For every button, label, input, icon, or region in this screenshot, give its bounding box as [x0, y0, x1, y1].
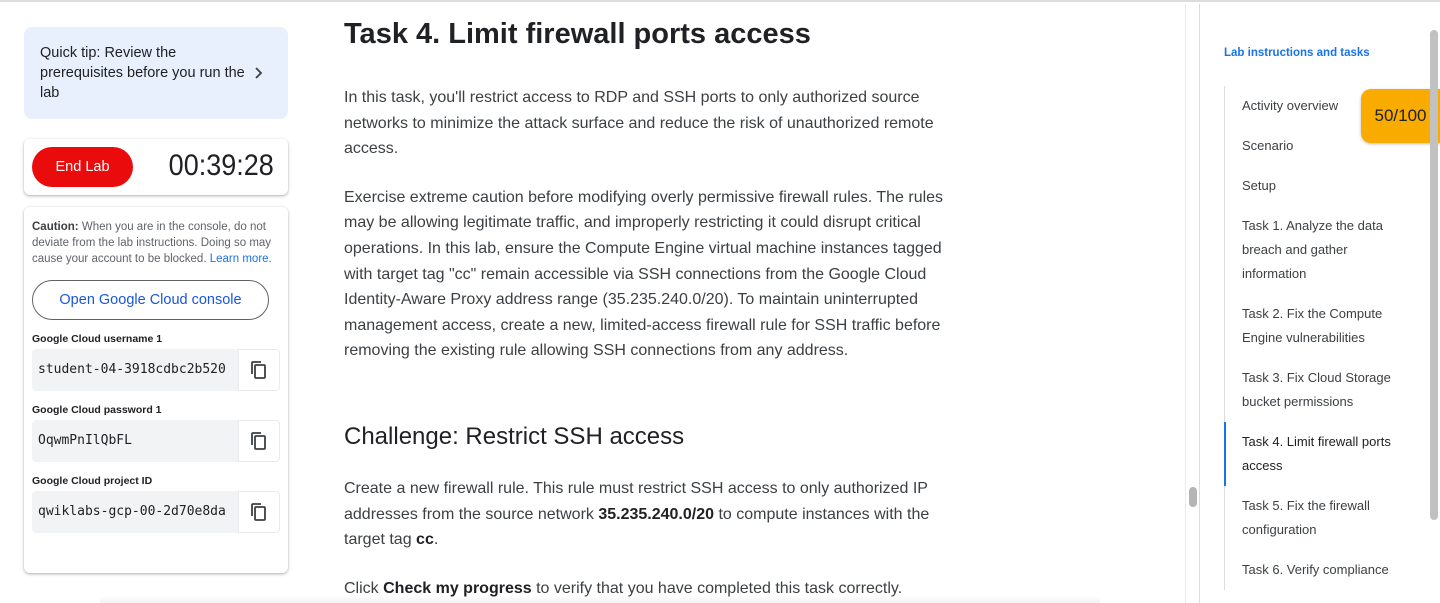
lab-timer: 00:39:28	[168, 149, 274, 182]
username-field[interactable]: student-04-3918cdbc2b520	[32, 349, 238, 391]
quick-tip-text: Quick tip: Review the prerequisites befo…	[40, 45, 245, 101]
password-label: Google Cloud password 1	[32, 404, 162, 416]
caution-notice: Caution: When you are in the console, do…	[32, 219, 280, 267]
bottom-shadow	[100, 596, 1100, 603]
copy-icon	[251, 503, 266, 521]
quick-tip-card[interactable]: Quick tip: Review the prerequisites befo…	[24, 27, 288, 119]
score-badge: 50/100	[1361, 89, 1440, 143]
copy-project-id-button[interactable]	[238, 491, 280, 533]
open-console-button[interactable]: Open Google Cloud console	[32, 280, 269, 320]
toc-item-task-3[interactable]: Task 3. Fix Cloud Storage bucket permiss…	[1225, 358, 1414, 422]
toc-title[interactable]: Lab instructions and tasks	[1224, 47, 1370, 59]
task-title: Task 4. Limit firewall ports access	[344, 18, 811, 50]
instructions-content: Task 4. Limit firewall ports access In t…	[344, 0, 964, 601]
learn-more-link[interactable]: Learn more.	[210, 253, 272, 265]
timer-card: End Lab 00:39:28	[24, 139, 288, 195]
end-lab-button[interactable]: End Lab	[32, 147, 133, 187]
project-id-field-row: qwiklabs-gcp-00-2d70e8da	[32, 491, 280, 533]
source-network: 35.235.240.0/20	[598, 505, 715, 523]
credentials-card: Caution: When you are in the console, do…	[24, 207, 288, 573]
page-scrollbar-thumb[interactable]	[1430, 30, 1438, 520]
project-id-label: Google Cloud project ID	[32, 475, 153, 487]
toc-list: Activity overview Scenario Setup Task 1.…	[1224, 86, 1414, 590]
content-scrollbar-thumb[interactable]	[1189, 487, 1197, 507]
lab-control-panel: Quick tip: Review the prerequisites befo…	[24, 27, 288, 573]
caution-paragraph: Exercise extreme caution before modifyin…	[344, 188, 944, 360]
content-scroll-track	[1185, 4, 1186, 603]
toc-item-task-2[interactable]: Task 2. Fix the Compute Engine vulnerabi…	[1225, 294, 1414, 358]
toc-divider	[1199, 4, 1200, 603]
click-text: Click	[344, 579, 379, 597]
toc-item-task-5[interactable]: Task 5. Fix the firewall configuration	[1225, 486, 1414, 550]
toc-item-task-1[interactable]: Task 1. Analyze the data breach and gath…	[1225, 206, 1414, 294]
verify-text: to verify that you have completed this t…	[536, 579, 903, 597]
copy-password-button[interactable]	[238, 420, 280, 462]
target-tag: cc	[416, 531, 434, 549]
copy-icon	[251, 361, 266, 379]
caution-label: Caution:	[32, 221, 79, 233]
challenge-paragraph: Create a new firewall rule. This rule mu…	[344, 476, 964, 553]
copy-username-button[interactable]	[238, 349, 280, 391]
username-field-row: student-04-3918cdbc2b520	[32, 349, 280, 391]
check-progress-label: Check my progress	[383, 579, 532, 597]
project-id-field[interactable]: qwiklabs-gcp-00-2d70e8da	[32, 491, 238, 533]
password-field[interactable]: OqwmPnIlQbFL	[32, 420, 238, 462]
toc-item-task-4[interactable]: Task 4. Limit firewall ports access	[1224, 422, 1414, 486]
challenge-heading: Challenge: Restrict SSH access	[344, 422, 685, 450]
password-field-row: OqwmPnIlQbFL	[32, 420, 280, 462]
username-label: Google Cloud username 1	[32, 333, 163, 345]
toc-item-setup[interactable]: Setup	[1225, 166, 1414, 206]
copy-icon	[251, 432, 266, 450]
toc-item-task-6[interactable]: Task 6. Verify compliance	[1225, 550, 1414, 590]
task-intro-paragraph: In this task, you'll restrict access to …	[344, 89, 934, 158]
chevron-right-icon	[255, 67, 263, 79]
challenge-text-e: .	[433, 531, 439, 549]
